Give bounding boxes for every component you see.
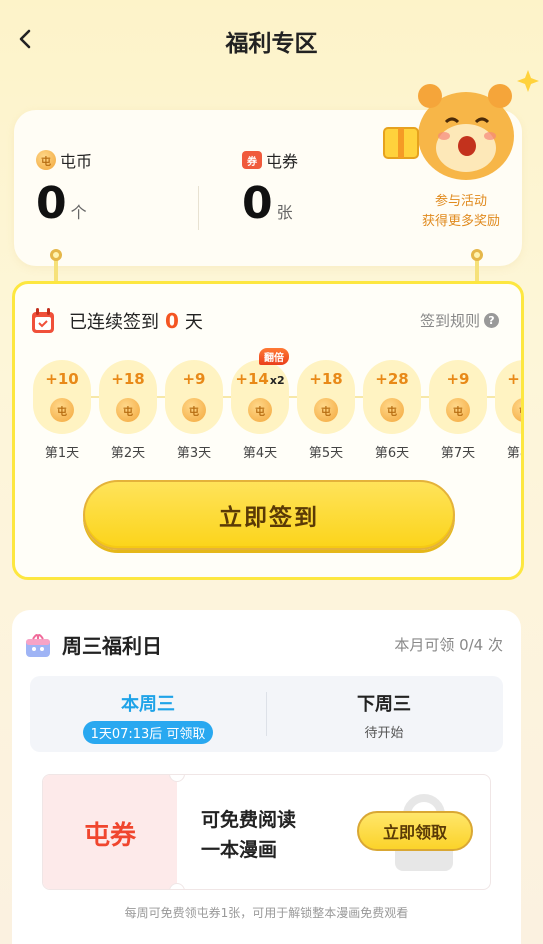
tab-this-wednesday[interactable]: 本周三 1天07:13后 可领取 bbox=[30, 676, 266, 752]
week-tabs: 本周三 1天07:13后 可领取 下周三 待开始 bbox=[30, 676, 503, 752]
streak-text: 已连续签到 0 天 bbox=[69, 308, 203, 334]
wednesday-card: 周三福利日 本月可领 0/4 次 本周三 1天07:13后 可领取 下周三 待开… bbox=[12, 610, 521, 944]
coin-icon: 屯 bbox=[248, 398, 272, 422]
day-item[interactable]: 翻倍 +14x2 屯 第4天 bbox=[231, 348, 289, 461]
day-label: 第5天 bbox=[308, 446, 344, 461]
coin-icon: 屯 bbox=[36, 150, 56, 170]
day-pill: +18 屯 bbox=[297, 360, 355, 434]
day-multiplier: x2 bbox=[269, 374, 285, 387]
day-pill: +28 屯 bbox=[363, 360, 421, 434]
ticket-icon: 券 bbox=[242, 151, 262, 169]
day-label: 第1天 bbox=[44, 446, 80, 461]
day-reward: +9 bbox=[182, 370, 206, 388]
tab-status: 待开始 bbox=[364, 726, 404, 741]
voucher-line2: 一本漫画 bbox=[201, 839, 278, 861]
day-pill: +18 屯 bbox=[99, 360, 157, 434]
rules-label: 签到规则 bbox=[419, 312, 480, 330]
wednesday-footnote: 每周可免费领屯券1张，可用于解锁整本漫画免费观看 bbox=[124, 906, 409, 920]
day-pill: +9 屯 bbox=[165, 360, 223, 434]
day-pill: +14x2 屯 bbox=[231, 360, 289, 434]
monthly-claim-count: 本月可领 0/4 次 bbox=[394, 636, 503, 654]
coin-icon: 屯 bbox=[116, 398, 140, 422]
day-reward: +14 bbox=[507, 370, 521, 388]
countdown-badge: 1天07:13后 可领取 bbox=[82, 721, 214, 744]
calendar-icon bbox=[32, 308, 54, 333]
coin-icon: 屯 bbox=[314, 398, 338, 422]
tab-next-wednesday[interactable]: 下周三 待开始 bbox=[266, 676, 502, 752]
voucher-card: 屯券 可免费阅读 一本漫画 立即领取 bbox=[42, 774, 491, 890]
checkin-rules-link[interactable]: 签到规则 ? bbox=[420, 310, 499, 331]
voucher-line1: 可免费阅读 bbox=[201, 809, 297, 831]
day-pill: +9 屯 bbox=[429, 360, 487, 434]
coins-unit: 个 bbox=[70, 203, 87, 222]
day-item[interactable]: +9 屯 第3天 bbox=[165, 360, 223, 461]
tickets-value: 0 bbox=[242, 178, 273, 229]
question-icon: ? bbox=[484, 313, 499, 328]
coin-icon: 屯 bbox=[182, 398, 206, 422]
double-badge: 翻倍 bbox=[259, 348, 289, 365]
promo-line1: 参与活动 bbox=[434, 194, 487, 209]
tickets-label: 券 屯券 bbox=[242, 148, 298, 172]
wallet-divider bbox=[198, 186, 199, 230]
tab-title: 本周三 bbox=[121, 694, 175, 715]
wednesday-title: 周三福利日 bbox=[62, 634, 162, 658]
day-reward: +10 bbox=[45, 370, 79, 388]
day-reward: +18 bbox=[309, 370, 343, 388]
tickets-balance: 0 张 bbox=[242, 182, 293, 226]
coins-label-text: 屯币 bbox=[60, 152, 93, 171]
coin-icon: 屯 bbox=[50, 398, 74, 422]
day-item[interactable]: +18 屯 第2天 bbox=[99, 360, 157, 461]
ring-icon bbox=[50, 249, 62, 261]
hamster-mascot-icon bbox=[383, 70, 539, 180]
promo-link[interactable]: 参与活动 获得更多奖励 bbox=[422, 192, 500, 232]
coins-label: 屯 屯币 bbox=[36, 148, 92, 172]
checkin-card: 已连续签到 0 天 签到规则 ? +10 屯 第1天 +18 屯 第2天 +9 bbox=[12, 281, 524, 580]
checkin-button[interactable]: 立即签到 bbox=[83, 480, 455, 550]
coins-value: 0 bbox=[36, 178, 67, 229]
voucher-notch bbox=[169, 883, 185, 889]
coin-icon: 屯 bbox=[446, 398, 470, 422]
streak-suffix: 天 bbox=[184, 312, 203, 333]
tab-title: 下周三 bbox=[357, 694, 411, 715]
day-item[interactable]: +18 屯 第5天 bbox=[297, 360, 355, 461]
streak-days: 0 bbox=[165, 309, 179, 333]
coin-icon: 屯 bbox=[380, 398, 404, 422]
promo-line2: 获得更多奖励 bbox=[421, 214, 500, 229]
day-item[interactable]: +10 屯 第1天 bbox=[33, 360, 91, 461]
tickets-label-text: 屯券 bbox=[266, 152, 299, 171]
ring-icon bbox=[471, 249, 483, 261]
page-title: 福利专区 bbox=[225, 31, 318, 57]
coins-balance: 0 个 bbox=[36, 182, 87, 226]
gift-box-icon bbox=[26, 633, 50, 657]
streak-prefix: 已连续签到 bbox=[69, 312, 159, 333]
day-label: 第4天 bbox=[242, 446, 278, 461]
day-label: 第6天 bbox=[374, 446, 410, 461]
day-label: 第2天 bbox=[110, 446, 146, 461]
day-pill: +14 屯 bbox=[495, 360, 521, 434]
day-pill: +10 屯 bbox=[33, 360, 91, 434]
day-item[interactable]: +28 屯 第6天 bbox=[363, 360, 421, 461]
day-reward: +14x2 bbox=[235, 370, 285, 388]
day-label: 第7天 bbox=[440, 446, 476, 461]
day-label: 第3天 bbox=[176, 446, 212, 461]
days-track: +10 屯 第1天 +18 屯 第2天 +9 屯 第3天 翻倍 +14x2 屯 bbox=[33, 348, 521, 461]
day-reward: +18 bbox=[111, 370, 145, 388]
checkin-header: 已连续签到 0 天 bbox=[31, 308, 203, 334]
day-item[interactable]: +14 屯 第8天 bbox=[495, 360, 521, 461]
wednesday-header: 周三福利日 bbox=[24, 630, 162, 659]
voucher-description: 可免费阅读 一本漫画 bbox=[201, 805, 296, 865]
tickets-unit: 张 bbox=[276, 203, 293, 222]
coin-icon: 屯 bbox=[512, 398, 521, 422]
claim-button[interactable]: 立即领取 bbox=[357, 811, 473, 851]
day-label: 第8天 bbox=[506, 446, 521, 461]
voucher-name: 屯券 bbox=[43, 775, 177, 889]
day-item[interactable]: +9 屯 第7天 bbox=[429, 360, 487, 461]
day-reward: +9 bbox=[446, 370, 470, 388]
day-reward: +28 bbox=[375, 370, 409, 388]
